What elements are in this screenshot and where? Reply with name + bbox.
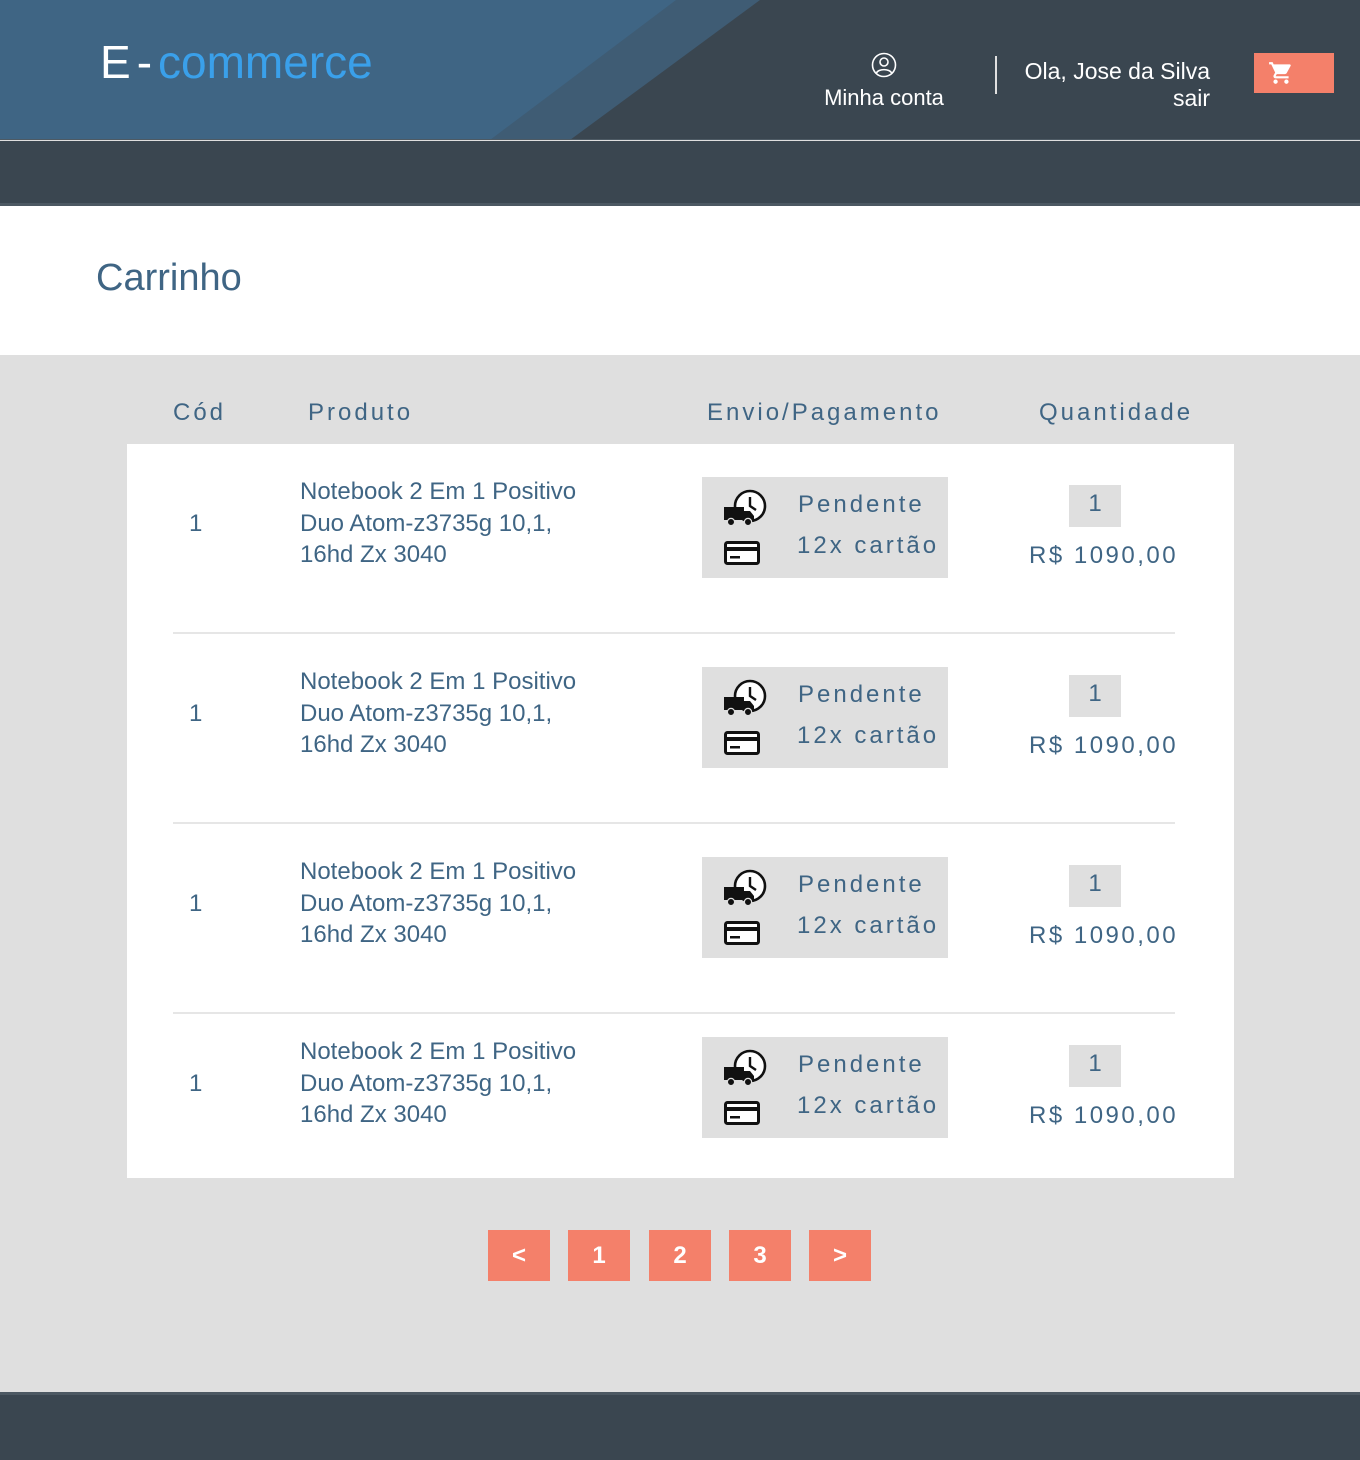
delivery-truck-clock-icon [724, 1049, 767, 1087]
cart-button[interactable] [1254, 53, 1334, 93]
product-name-line2: Duo Atom-z3735g 10,1, [300, 889, 553, 917]
row-cod: 1 [189, 890, 203, 917]
credit-card-icon [724, 731, 760, 755]
shipping-status: Pendente [798, 491, 925, 518]
product-name-line2: Duo Atom-z3735g 10,1, [300, 699, 553, 727]
column-header-envio: Envio/Pagamento [707, 399, 942, 426]
user-greeting-block: Ola, Jose da Silva sair [1010, 58, 1210, 112]
credit-card-icon [724, 921, 760, 945]
table-row: 1 Notebook 2 Em 1 Positivo Duo Atom-z373… [127, 824, 1234, 1014]
logo-part2: commerce [158, 36, 373, 88]
footer [0, 1392, 1360, 1460]
table-row: 1 Notebook 2 Em 1 Positivo Duo Atom-z373… [127, 444, 1234, 634]
account-label: Minha conta [824, 85, 944, 110]
product-name-line1: Notebook 2 Em 1 Positivo [300, 1038, 577, 1065]
product-name-line3: 16hd Zx 3040 [300, 541, 447, 568]
quantity-field[interactable]: 1 [1069, 485, 1121, 527]
row-cod: 1 [189, 1070, 203, 1097]
account-link[interactable]: Minha conta [818, 52, 950, 112]
shipping-status: Pendente [798, 681, 925, 708]
quantity-field[interactable]: 1 [1069, 675, 1121, 717]
logout-link[interactable]: sair [1010, 85, 1210, 112]
row-cod: 1 [189, 700, 203, 727]
payment-method: 12x cartão [797, 912, 940, 939]
row-cod: 1 [189, 510, 203, 537]
logo-dash: - [136, 36, 153, 88]
quantity-field[interactable]: 1 [1069, 1045, 1121, 1087]
product-name-line2: Duo Atom-z3735g 10,1, [300, 509, 553, 537]
title-area: Carrinho [0, 206, 1360, 355]
column-header-produto: Produto [308, 399, 414, 426]
delivery-truck-clock-icon [724, 489, 767, 527]
product-name-line2: Duo Atom-z3735g 10,1, [300, 1069, 553, 1097]
product-name-line1: Notebook 2 Em 1 Positivo [300, 668, 577, 695]
credit-card-icon [724, 541, 760, 565]
logo-part1: E [100, 36, 131, 88]
table-row: 1 Notebook 2 Em 1 Positivo Duo Atom-z373… [127, 634, 1234, 824]
row-product[interactable]: Notebook 2 Em 1 Positivo Duo Atom-z3735g… [300, 856, 620, 951]
row-product[interactable]: Notebook 2 Em 1 Positivo Duo Atom-z3735g… [300, 1036, 620, 1131]
quantity-field[interactable]: 1 [1069, 865, 1121, 907]
shipping-payment-box: Pendente 12x cartão [702, 667, 948, 768]
product-name-line1: Notebook 2 Em 1 Positivo [300, 478, 577, 505]
delivery-truck-clock-icon [724, 869, 767, 907]
payment-method: 12x cartão [797, 1092, 940, 1119]
table-row: 1 Notebook 2 Em 1 Positivo Duo Atom-z373… [127, 1004, 1234, 1194]
column-header-quantidade: Quantidade [1039, 399, 1194, 426]
row-price: R$ 1090,00 [1029, 542, 1179, 569]
payment-method: 12x cartão [797, 532, 940, 559]
header-rule [0, 139, 1360, 140]
credit-card-icon [724, 1101, 760, 1125]
delivery-truck-clock-icon [724, 679, 767, 717]
product-name-line3: 16hd Zx 3040 [300, 731, 447, 758]
row-product[interactable]: Notebook 2 Em 1 Positivo Duo Atom-z3735g… [300, 476, 620, 571]
payment-method: 12x cartão [797, 722, 940, 749]
shipping-status: Pendente [798, 1051, 925, 1078]
row-product[interactable]: Notebook 2 Em 1 Positivo Duo Atom-z3735g… [300, 666, 620, 761]
greeting-text: Ola, Jose da Silva [1024, 58, 1210, 84]
logo[interactable]: E - commerce [100, 34, 373, 90]
pagination-prev-button[interactable]: < [488, 1230, 550, 1281]
shopping-cart-icon [1269, 62, 1291, 84]
shipping-payment-box: Pendente 12x cartão [702, 1037, 948, 1138]
page-title: Carrinho [96, 257, 242, 299]
navigation-bar [0, 141, 1360, 206]
column-header-cod: Cód [173, 399, 227, 426]
shipping-status: Pendente [798, 871, 925, 898]
header: E - commerce Minha conta Ola, Jose da Silv… [0, 0, 1360, 140]
user-icon [871, 52, 897, 78]
footer-rule [0, 1392, 1360, 1395]
cart-table: 1 Notebook 2 Em 1 Positivo Duo Atom-z373… [127, 444, 1234, 1178]
product-name-line3: 16hd Zx 3040 [300, 1101, 447, 1128]
pagination-next-button[interactable]: > [809, 1230, 871, 1281]
pagination-page-2[interactable]: 2 [649, 1230, 711, 1281]
header-divider [995, 56, 997, 94]
shipping-payment-box: Pendente 12x cartão [702, 477, 948, 578]
product-name-line3: 16hd Zx 3040 [300, 921, 447, 948]
shipping-payment-box: Pendente 12x cartão [702, 857, 948, 958]
pagination-page-3[interactable]: 3 [729, 1230, 791, 1281]
pagination-page-1[interactable]: 1 [568, 1230, 630, 1281]
row-price: R$ 1090,00 [1029, 1102, 1179, 1129]
row-price: R$ 1090,00 [1029, 732, 1179, 759]
row-price: R$ 1090,00 [1029, 922, 1179, 949]
product-name-line1: Notebook 2 Em 1 Positivo [300, 858, 577, 885]
